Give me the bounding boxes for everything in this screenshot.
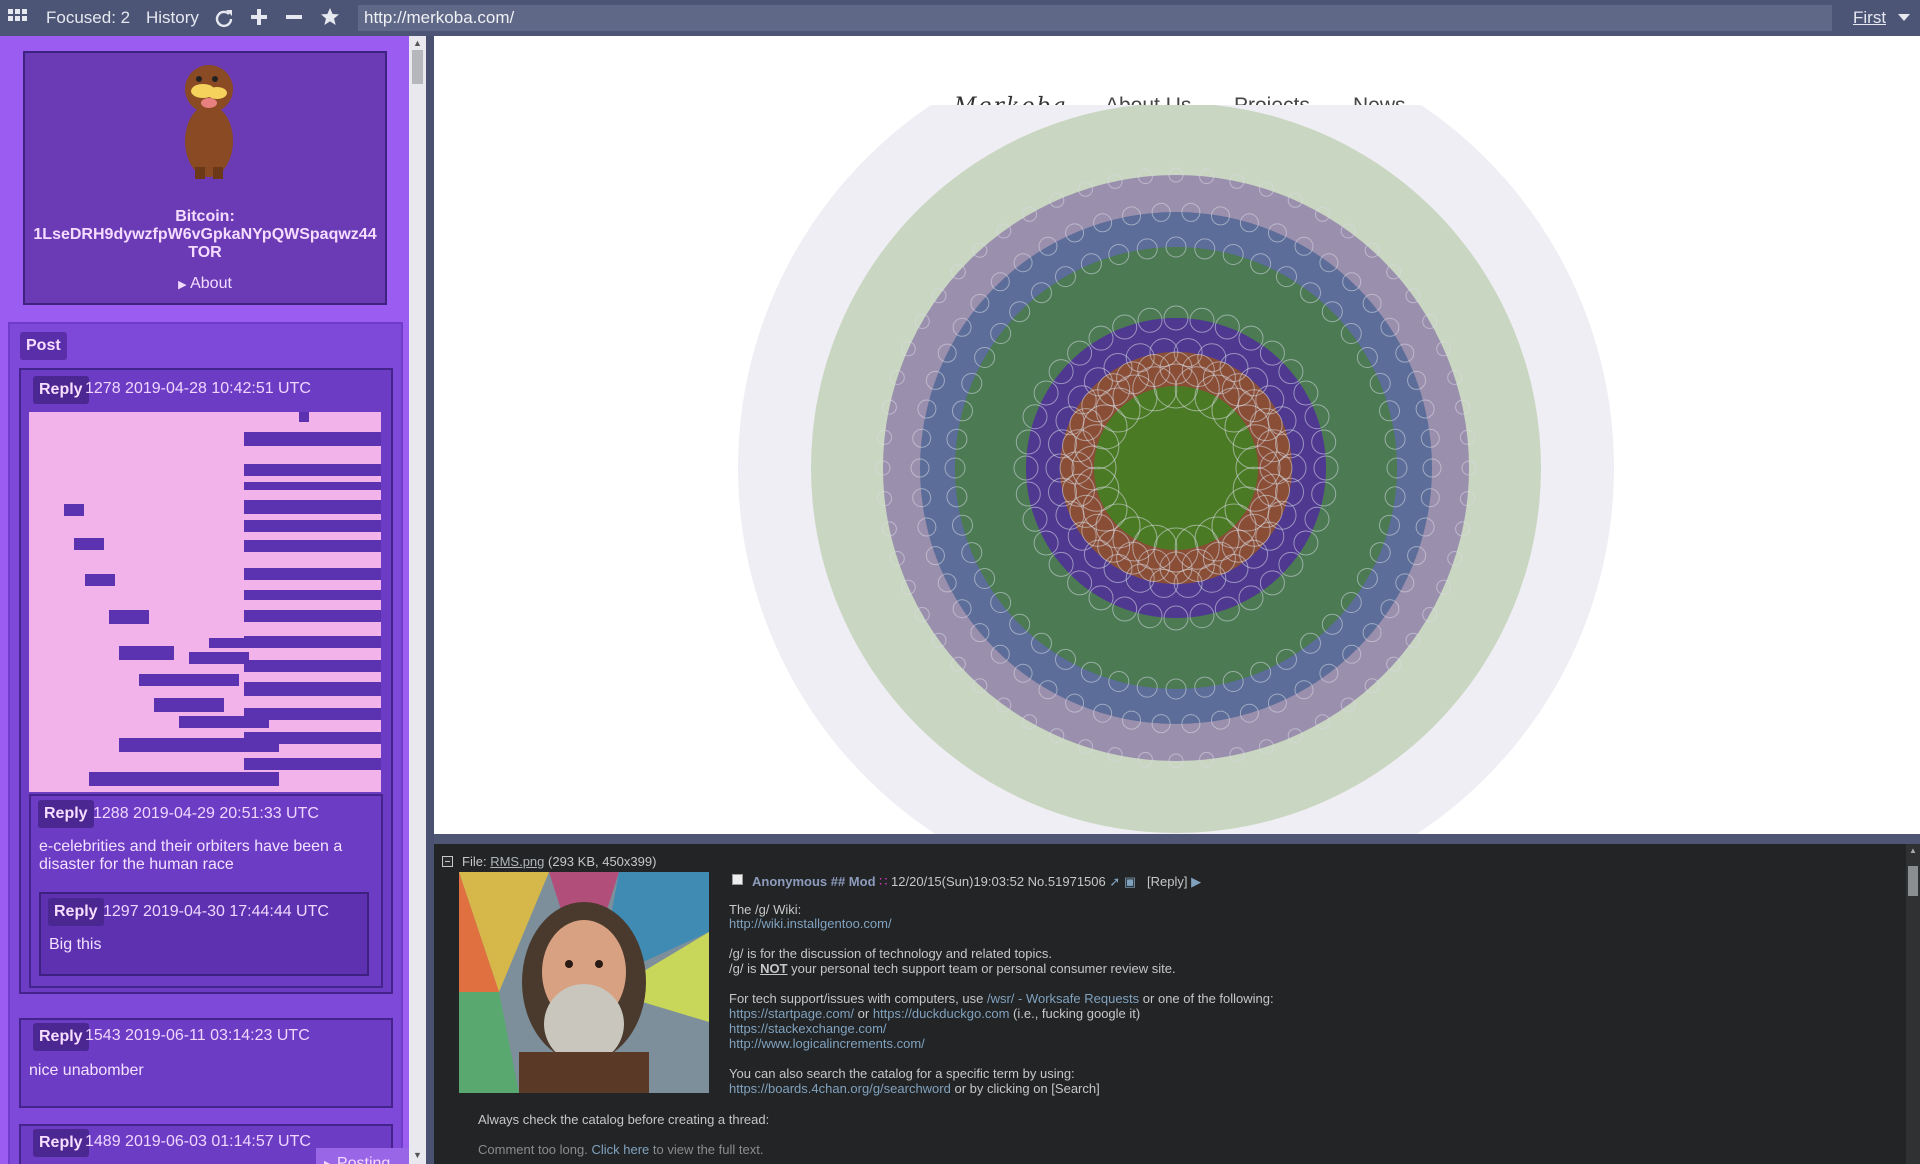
sidebar-panel: Bitcoin: 1LseDRH9dywzfpW6vGpkaNYpQWSpaqw… [0, 36, 426, 1164]
board-rule: /g/ is NOT your personal tech support te… [729, 961, 1176, 976]
reply-button[interactable]: Reply [33, 1129, 89, 1157]
poster-name: Anonymous ## Mod [752, 874, 876, 889]
post-text: Big this [49, 936, 102, 953]
post-meta: 1297 2019-04-30 17:44:44 UTC [103, 903, 329, 920]
minus-icon[interactable] [285, 8, 303, 28]
board-description: /g/ is for the discussion of technology … [729, 946, 1053, 961]
post-button[interactable]: Post [20, 332, 67, 360]
scroll-down-icon[interactable]: ▼ [413, 1150, 422, 1160]
browser-toolbar: Focused: 2 History http://merkoba.com/ F… [0, 0, 1920, 36]
wiki-link[interactable]: http://wiki.installgentoo.com/ [729, 916, 892, 931]
post-datetime: 12/20/15(Sun)19:03:52 [891, 874, 1025, 889]
chevron-down-icon[interactable] [1898, 14, 1910, 24]
board-rule-start: /g/ is [729, 961, 757, 976]
tor-label: TOR [188, 244, 222, 261]
reply-button[interactable]: Reply [38, 800, 94, 828]
scroll-thumb[interactable] [412, 50, 423, 84]
sidebar-scrollbar[interactable]: ▲ ▼ [409, 36, 426, 1164]
searchword-line: https://boards.4chan.org/g/searchword or… [729, 1081, 1100, 1096]
scroll-up-icon[interactable]: ▲ [413, 38, 422, 48]
too-long-text: Comment too long. [478, 1142, 588, 1157]
post-card: Reply 1543 2019-06-11 03:14:23 UTC nice … [19, 1018, 393, 1108]
logicalincrements-link[interactable]: http://www.logicalincrements.com/ [729, 1036, 925, 1051]
click-here-link[interactable]: Click here [591, 1142, 649, 1157]
reply-button[interactable]: Reply [33, 1023, 89, 1051]
expand-arrow-icon[interactable]: ▶ [1191, 874, 1201, 889]
plus-icon[interactable] [250, 8, 268, 28]
scroll-up-icon[interactable]: ▲ [1909, 846, 1917, 855]
posting-label: Posting [336, 1155, 391, 1164]
google-note: (i.e., fucking google it) [1013, 1006, 1141, 1021]
posting-toggle[interactable]: ▶ Posting [316, 1148, 418, 1164]
reply-link[interactable]: [Reply] [1147, 874, 1187, 889]
file-label: File: [462, 854, 487, 869]
tech-support-end: or one of the following: [1142, 991, 1274, 1006]
full-text-note: to view the full text. [652, 1142, 764, 1157]
url-input[interactable]: http://merkoba.com/ [358, 5, 1832, 31]
concentric-circles-artwork [738, 105, 1618, 839]
comment-truncated: Comment too long. Click here to view the… [478, 1142, 763, 1157]
tech-support-text: For tech support/issues with computers, … [729, 991, 984, 1006]
star-icon[interactable] [320, 7, 340, 29]
or-text: or [857, 1006, 870, 1021]
post-text: e-celebrities and their orbiters have be… [39, 838, 343, 873]
nested-reply-card: Reply 1297 2019-04-30 17:44:44 UTC Big t… [39, 892, 369, 976]
bitcoin-address: 1LseDRH9dywzfpW6vGpkaNYpQWSpaqwz44 [33, 226, 377, 243]
startpage-link[interactable]: https://startpage.com/ [729, 1006, 854, 1021]
post-meta: 1543 2019-06-11 03:14:23 UTC [85, 1027, 310, 1044]
tech-support-line: For tech support/issues with computers, … [729, 991, 1274, 1006]
pane-divider[interactable] [434, 834, 1920, 844]
about-toggle[interactable]: ▶ About [25, 275, 385, 293]
bitcoin-label: Bitcoin: [175, 208, 235, 225]
post-meta: 1489 2019-06-03 01:14:57 UTC [85, 1133, 311, 1150]
thread-image[interactable] [459, 872, 709, 1093]
grid-menu-icon[interactable] [8, 9, 28, 27]
duckduckgo-link[interactable]: https://duckduckgo.com [873, 1006, 1010, 1021]
catalog-reminder: Always check the catalog before creating… [478, 1112, 770, 1127]
merkoba-page: Merkoba About Us Projects News [434, 36, 1920, 834]
stackexchange-link[interactable]: https://stackexchange.com/ [729, 1021, 887, 1036]
profile-card: Bitcoin: 1LseDRH9dywzfpW6vGpkaNYpQWSpaqw… [23, 51, 387, 305]
reply-button[interactable]: Reply [33, 376, 89, 404]
post-meta: 1278 2019-04-28 10:42:51 UTC [85, 380, 311, 397]
about-label: About [190, 275, 232, 292]
reply-button[interactable]: Reply [48, 898, 104, 926]
searchword-link[interactable]: https://boards.4chan.org/g/searchword [729, 1081, 951, 1096]
post-number[interactable]: No.51971506 [1028, 874, 1106, 889]
board-rule-end: your personal tech support team or perso… [791, 961, 1176, 976]
mod-icon: ∷ [879, 874, 888, 889]
wsr-link[interactable]: /wsr/ - Worksafe Requests [987, 991, 1139, 1006]
search-click-text: or by clicking on [Search] [954, 1081, 1100, 1096]
file-info: (293 KB, 450x399) [548, 854, 657, 869]
history-button[interactable]: History [146, 0, 199, 36]
nested-reply-card: Reply 1288 2019-04-29 20:51:33 UTC e-cel… [29, 794, 383, 988]
scroll-thumb[interactable] [1908, 866, 1918, 896]
post-image [29, 412, 381, 792]
board-rule-not: NOT [760, 961, 788, 976]
catalog-search-text: You can also search the catalog for a sp… [729, 1066, 1075, 1081]
collapse-icon[interactable] [442, 856, 453, 867]
reload-icon[interactable] [214, 8, 234, 28]
caret-right-icon: ▶ [324, 1159, 332, 1164]
first-button[interactable]: First [1853, 0, 1886, 36]
focused-indicator[interactable]: Focused: 2 [46, 0, 130, 36]
post-checkbox[interactable] [732, 874, 743, 885]
search-links-line: https://startpage.com/ or https://duckdu… [729, 1006, 1140, 1021]
posts-panel: Post Reply 1278 2019-04-28 10:42:51 UTC [8, 322, 418, 1164]
file-link[interactable]: RMS.png [490, 854, 544, 869]
sticky-pin-icon: ➚ [1109, 874, 1121, 889]
thread-panel: File: RMS.png (293 KB, 450x399) Anonymou… [434, 844, 1920, 1164]
thread-scrollbar[interactable]: ▲ [1906, 844, 1920, 1164]
lock-icon: ▣ [1123, 874, 1137, 889]
post-card: Reply 1278 2019-04-28 10:42:51 UTC Reply… [19, 368, 393, 994]
caret-right-icon: ▶ [178, 279, 187, 291]
post-text: nice unabomber [29, 1062, 144, 1079]
post-meta: 1288 2019-04-29 20:51:33 UTC [93, 805, 319, 822]
gopher-mascot-image [173, 59, 245, 186]
wiki-label: The /g/ Wiki: [729, 902, 802, 917]
